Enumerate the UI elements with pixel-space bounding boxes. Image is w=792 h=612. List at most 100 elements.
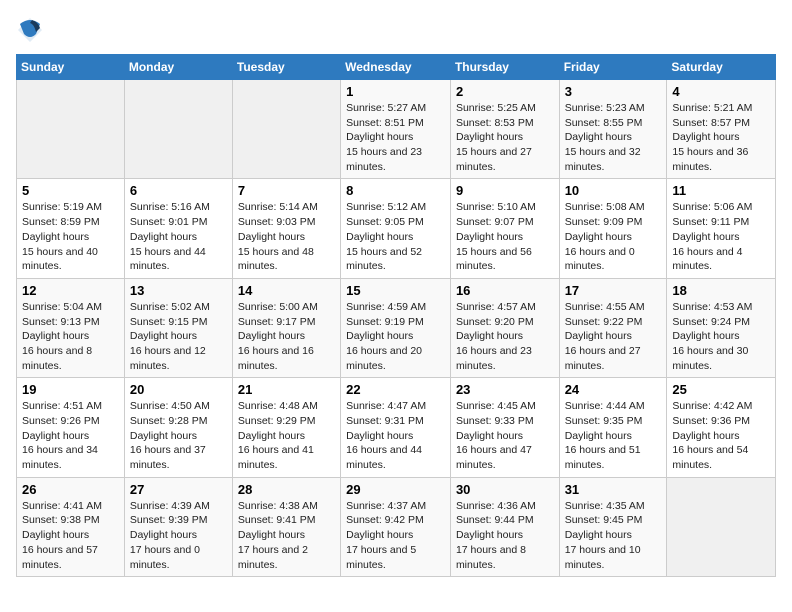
- calendar-cell: 11 Sunrise: 5:06 AM Sunset: 9:11 PM Dayl…: [667, 179, 776, 278]
- day-info: Sunrise: 4:44 AM Sunset: 9:35 PM Dayligh…: [565, 399, 662, 472]
- calendar-cell: [124, 80, 232, 179]
- day-number: 8: [346, 183, 445, 198]
- weekday-header: Friday: [559, 55, 667, 80]
- day-number: 10: [565, 183, 662, 198]
- calendar-cell: 21 Sunrise: 4:48 AM Sunset: 9:29 PM Dayl…: [232, 378, 340, 477]
- calendar-cell: 30 Sunrise: 4:36 AM Sunset: 9:44 PM Dayl…: [450, 477, 559, 576]
- day-info: Sunrise: 5:23 AM Sunset: 8:55 PM Dayligh…: [565, 101, 662, 174]
- calendar-cell: 25 Sunrise: 4:42 AM Sunset: 9:36 PM Dayl…: [667, 378, 776, 477]
- calendar-cell: [17, 80, 125, 179]
- day-info: Sunrise: 4:42 AM Sunset: 9:36 PM Dayligh…: [672, 399, 770, 472]
- calendar-cell: 5 Sunrise: 5:19 AM Sunset: 8:59 PM Dayli…: [17, 179, 125, 278]
- day-number: 24: [565, 382, 662, 397]
- day-number: 9: [456, 183, 554, 198]
- weekday-header: Tuesday: [232, 55, 340, 80]
- day-number: 30: [456, 482, 554, 497]
- day-number: 3: [565, 84, 662, 99]
- day-info: Sunrise: 4:57 AM Sunset: 9:20 PM Dayligh…: [456, 300, 554, 373]
- day-number: 25: [672, 382, 770, 397]
- calendar-week-row: 19 Sunrise: 4:51 AM Sunset: 9:26 PM Dayl…: [17, 378, 776, 477]
- day-info: Sunrise: 5:00 AM Sunset: 9:17 PM Dayligh…: [238, 300, 335, 373]
- day-info: Sunrise: 4:35 AM Sunset: 9:45 PM Dayligh…: [565, 499, 662, 572]
- day-info: Sunrise: 5:04 AM Sunset: 9:13 PM Dayligh…: [22, 300, 119, 373]
- weekday-header: Wednesday: [341, 55, 451, 80]
- day-info: Sunrise: 5:10 AM Sunset: 9:07 PM Dayligh…: [456, 200, 554, 273]
- day-number: 12: [22, 283, 119, 298]
- calendar-cell: 28 Sunrise: 4:38 AM Sunset: 9:41 PM Dayl…: [232, 477, 340, 576]
- day-number: 4: [672, 84, 770, 99]
- day-number: 17: [565, 283, 662, 298]
- calendar-cell: 8 Sunrise: 5:12 AM Sunset: 9:05 PM Dayli…: [341, 179, 451, 278]
- calendar-cell: 29 Sunrise: 4:37 AM Sunset: 9:42 PM Dayl…: [341, 477, 451, 576]
- day-number: 26: [22, 482, 119, 497]
- day-info: Sunrise: 4:38 AM Sunset: 9:41 PM Dayligh…: [238, 499, 335, 572]
- calendar-table: SundayMondayTuesdayWednesdayThursdayFrid…: [16, 54, 776, 577]
- calendar-cell: 27 Sunrise: 4:39 AM Sunset: 9:39 PM Dayl…: [124, 477, 232, 576]
- day-info: Sunrise: 4:37 AM Sunset: 9:42 PM Dayligh…: [346, 499, 445, 572]
- day-info: Sunrise: 4:50 AM Sunset: 9:28 PM Dayligh…: [130, 399, 227, 472]
- page-header: [16, 16, 776, 44]
- day-number: 31: [565, 482, 662, 497]
- day-info: Sunrise: 5:27 AM Sunset: 8:51 PM Dayligh…: [346, 101, 445, 174]
- calendar-cell: 19 Sunrise: 4:51 AM Sunset: 9:26 PM Dayl…: [17, 378, 125, 477]
- calendar-cell: 12 Sunrise: 5:04 AM Sunset: 9:13 PM Dayl…: [17, 278, 125, 377]
- calendar-cell: 4 Sunrise: 5:21 AM Sunset: 8:57 PM Dayli…: [667, 80, 776, 179]
- day-number: 21: [238, 382, 335, 397]
- calendar-cell: 17 Sunrise: 4:55 AM Sunset: 9:22 PM Dayl…: [559, 278, 667, 377]
- day-info: Sunrise: 4:53 AM Sunset: 9:24 PM Dayligh…: [672, 300, 770, 373]
- day-info: Sunrise: 5:16 AM Sunset: 9:01 PM Dayligh…: [130, 200, 227, 273]
- day-number: 5: [22, 183, 119, 198]
- day-number: 14: [238, 283, 335, 298]
- weekday-header: Thursday: [450, 55, 559, 80]
- day-info: Sunrise: 4:55 AM Sunset: 9:22 PM Dayligh…: [565, 300, 662, 373]
- day-number: 11: [672, 183, 770, 198]
- calendar-cell: 6 Sunrise: 5:16 AM Sunset: 9:01 PM Dayli…: [124, 179, 232, 278]
- day-number: 7: [238, 183, 335, 198]
- day-number: 15: [346, 283, 445, 298]
- calendar-cell: 23 Sunrise: 4:45 AM Sunset: 9:33 PM Dayl…: [450, 378, 559, 477]
- day-info: Sunrise: 4:36 AM Sunset: 9:44 PM Dayligh…: [456, 499, 554, 572]
- day-number: 19: [22, 382, 119, 397]
- day-info: Sunrise: 5:08 AM Sunset: 9:09 PM Dayligh…: [565, 200, 662, 273]
- weekday-header: Saturday: [667, 55, 776, 80]
- day-number: 13: [130, 283, 227, 298]
- calendar-cell: 14 Sunrise: 5:00 AM Sunset: 9:17 PM Dayl…: [232, 278, 340, 377]
- calendar-cell: 3 Sunrise: 5:23 AM Sunset: 8:55 PM Dayli…: [559, 80, 667, 179]
- day-info: Sunrise: 4:51 AM Sunset: 9:26 PM Dayligh…: [22, 399, 119, 472]
- day-info: Sunrise: 4:47 AM Sunset: 9:31 PM Dayligh…: [346, 399, 445, 472]
- day-info: Sunrise: 5:06 AM Sunset: 9:11 PM Dayligh…: [672, 200, 770, 273]
- day-info: Sunrise: 5:19 AM Sunset: 8:59 PM Dayligh…: [22, 200, 119, 273]
- logo-icon: [16, 16, 44, 44]
- day-number: 27: [130, 482, 227, 497]
- day-info: Sunrise: 4:45 AM Sunset: 9:33 PM Dayligh…: [456, 399, 554, 472]
- day-info: Sunrise: 4:39 AM Sunset: 9:39 PM Dayligh…: [130, 499, 227, 572]
- calendar-cell: 22 Sunrise: 4:47 AM Sunset: 9:31 PM Dayl…: [341, 378, 451, 477]
- calendar-week-row: 26 Sunrise: 4:41 AM Sunset: 9:38 PM Dayl…: [17, 477, 776, 576]
- day-number: 29: [346, 482, 445, 497]
- day-number: 20: [130, 382, 227, 397]
- calendar-cell: 15 Sunrise: 4:59 AM Sunset: 9:19 PM Dayl…: [341, 278, 451, 377]
- day-info: Sunrise: 5:12 AM Sunset: 9:05 PM Dayligh…: [346, 200, 445, 273]
- calendar-cell: [232, 80, 340, 179]
- calendar-cell: 2 Sunrise: 5:25 AM Sunset: 8:53 PM Dayli…: [450, 80, 559, 179]
- day-number: 18: [672, 283, 770, 298]
- day-info: Sunrise: 5:21 AM Sunset: 8:57 PM Dayligh…: [672, 101, 770, 174]
- day-number: 1: [346, 84, 445, 99]
- day-info: Sunrise: 5:14 AM Sunset: 9:03 PM Dayligh…: [238, 200, 335, 273]
- calendar-week-row: 12 Sunrise: 5:04 AM Sunset: 9:13 PM Dayl…: [17, 278, 776, 377]
- calendar-cell: 13 Sunrise: 5:02 AM Sunset: 9:15 PM Dayl…: [124, 278, 232, 377]
- day-info: Sunrise: 5:02 AM Sunset: 9:15 PM Dayligh…: [130, 300, 227, 373]
- weekday-header: Monday: [124, 55, 232, 80]
- calendar-cell: 16 Sunrise: 4:57 AM Sunset: 9:20 PM Dayl…: [450, 278, 559, 377]
- calendar-header-row: SundayMondayTuesdayWednesdayThursdayFrid…: [17, 55, 776, 80]
- day-info: Sunrise: 4:48 AM Sunset: 9:29 PM Dayligh…: [238, 399, 335, 472]
- calendar-week-row: 5 Sunrise: 5:19 AM Sunset: 8:59 PM Dayli…: [17, 179, 776, 278]
- day-info: Sunrise: 4:41 AM Sunset: 9:38 PM Dayligh…: [22, 499, 119, 572]
- day-number: 28: [238, 482, 335, 497]
- calendar-cell: 20 Sunrise: 4:50 AM Sunset: 9:28 PM Dayl…: [124, 378, 232, 477]
- day-info: Sunrise: 4:59 AM Sunset: 9:19 PM Dayligh…: [346, 300, 445, 373]
- calendar-cell: 26 Sunrise: 4:41 AM Sunset: 9:38 PM Dayl…: [17, 477, 125, 576]
- logo: [16, 16, 48, 44]
- calendar-week-row: 1 Sunrise: 5:27 AM Sunset: 8:51 PM Dayli…: [17, 80, 776, 179]
- day-number: 2: [456, 84, 554, 99]
